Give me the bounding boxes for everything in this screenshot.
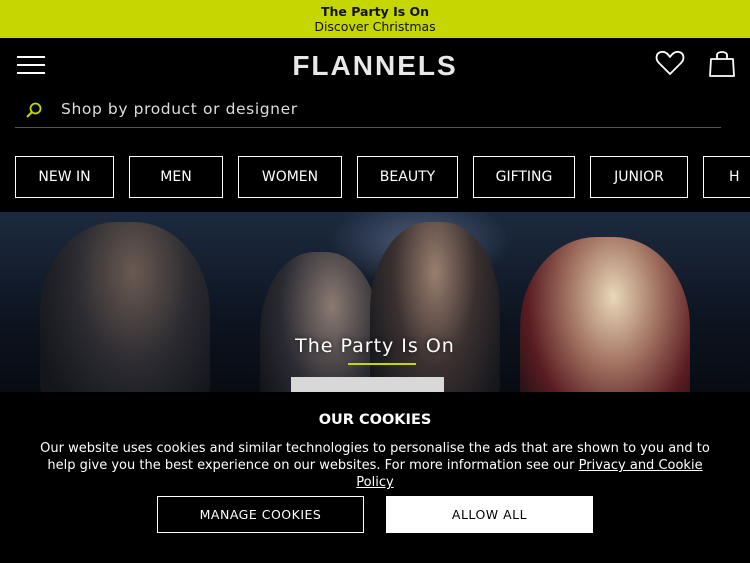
nav-item-beauty[interactable]: BEAUTY bbox=[357, 156, 458, 198]
cookie-description: Our website uses cookies and similar tec… bbox=[38, 440, 712, 491]
search-bar[interactable] bbox=[15, 92, 721, 128]
nav-item-junior[interactable]: JUNIOR bbox=[590, 156, 688, 198]
nav-item-men[interactable]: MEN bbox=[129, 156, 223, 198]
hero-title: The Party Is On bbox=[295, 335, 455, 357]
nav-item-women[interactable]: WOMEN bbox=[238, 156, 342, 198]
site-header: FLANNELS bbox=[0, 38, 750, 90]
hero-figure-right bbox=[520, 237, 690, 392]
nav-item-partial[interactable]: H bbox=[703, 156, 750, 198]
hero-banner[interactable]: The Party Is On bbox=[0, 212, 750, 392]
search-input[interactable] bbox=[61, 96, 701, 122]
hero-figure-center bbox=[370, 222, 500, 392]
promo-banner[interactable]: The Party Is On Discover Christmas bbox=[0, 0, 750, 38]
cookie-banner: OUR COOKIES Our website uses cookies and… bbox=[0, 392, 750, 563]
heart-icon[interactable] bbox=[655, 48, 685, 78]
hero-figure-center-left bbox=[260, 252, 380, 392]
nav-item-new-in[interactable]: NEW IN bbox=[15, 156, 114, 198]
cookie-title: OUR COOKIES bbox=[318, 412, 432, 428]
site-logo[interactable]: FLANNELS bbox=[0, 50, 750, 82]
hero-title-underline bbox=[348, 363, 416, 365]
manage-cookies-button[interactable]: MANAGE COOKIES bbox=[157, 496, 364, 533]
hero-cta-button[interactable] bbox=[291, 377, 444, 392]
hero-figure-left bbox=[40, 222, 210, 392]
promo-title: The Party Is On bbox=[320, 4, 430, 19]
shopping-bag-icon[interactable] bbox=[708, 48, 736, 78]
promo-subtitle[interactable]: Discover Christmas bbox=[0, 19, 750, 34]
allow-all-button[interactable]: ALLOW ALL bbox=[386, 496, 593, 533]
search-icon[interactable] bbox=[25, 101, 43, 119]
category-nav: NEW IN MEN WOMEN BEAUTY GIFTING JUNIOR H bbox=[0, 146, 750, 206]
nav-item-gifting[interactable]: GIFTING bbox=[473, 156, 575, 198]
